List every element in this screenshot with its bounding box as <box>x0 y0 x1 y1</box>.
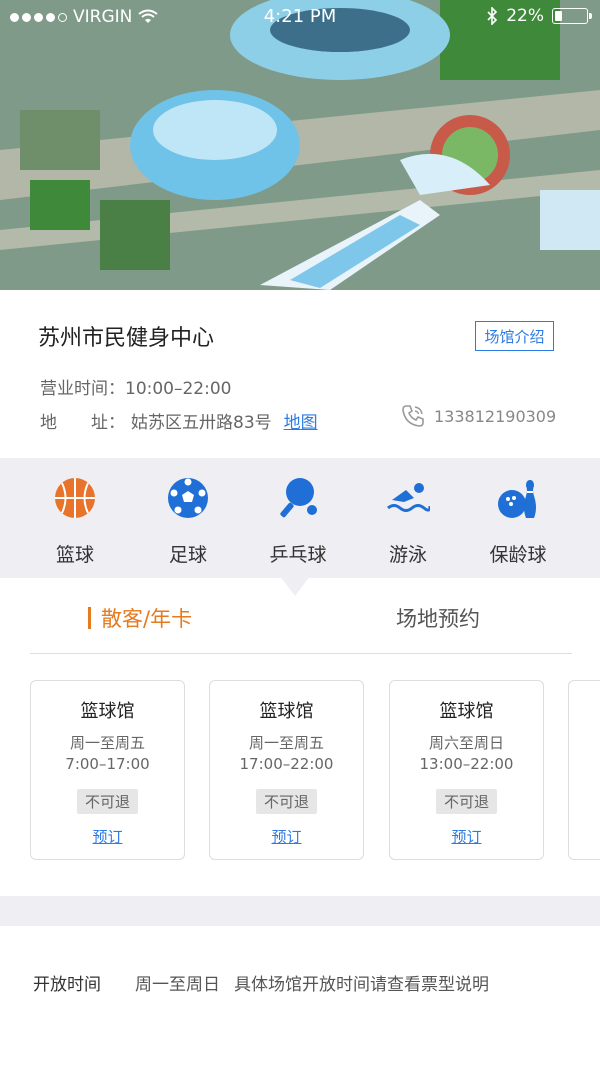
sport-item-swimming[interactable]: 游泳 <box>353 476 463 567</box>
venue-info: 苏州市民健身中心 场馆介绍 营业时间：10:00–22:00 地 址： 姑苏区五… <box>0 290 600 458</box>
sport-item-bowling[interactable]: 保龄球 <box>463 476 573 567</box>
ticket-title: 篮球馆 <box>80 701 135 722</box>
battery-level <box>555 11 562 21</box>
refund-badge: 不可退 <box>76 789 138 814</box>
ticket-title: 篮球馆 <box>259 701 314 722</box>
stadium-illustration <box>0 0 600 290</box>
selected-pointer <box>280 576 310 596</box>
open-time-note: 具体场馆开放时间请查看票型说明 <box>234 975 489 995</box>
bowling-icon <box>498 480 536 518</box>
address-row: 地 址： 姑苏区五卅路83号 地图 <box>40 408 318 433</box>
phone-icon <box>402 405 424 427</box>
ticket-title: 篮球馆 <box>439 701 494 722</box>
ticket-time: 7:00–17:00 <box>65 755 150 773</box>
sport-item-basketball[interactable]: 篮球 <box>20 476 130 567</box>
sport-item-soccer[interactable]: 足球 <box>133 476 243 567</box>
ticket-card[interactable]: 篮球馆 周一至周五 17:00–22:00 不可退 预订 <box>209 680 364 860</box>
hours-value: 10:00–22:00 <box>125 379 232 399</box>
venue-intro-button[interactable]: 场馆介绍 <box>475 321 554 351</box>
bluetooth-icon <box>487 7 498 25</box>
venue-title: 苏州市民健身中心 <box>38 326 215 351</box>
address-value: 姑苏区五卅路83号 <box>131 413 272 433</box>
ticket-card[interactable]: 篮球馆 周一至周五 7:00–17:00 不可退 预订 <box>30 680 185 860</box>
ping-pong-icon <box>280 478 317 518</box>
open-time-label: 开放时间 <box>33 975 101 995</box>
ticket-time: 13:00–22:00 <box>419 755 514 773</box>
tab-walk-in-annual-card[interactable]: 散客/年卡 <box>88 596 192 640</box>
business-hours: 营业时间：10:00–22:00 <box>40 374 231 399</box>
ticket-days: 周一至周五 <box>69 734 145 752</box>
sport-label: 足球 <box>168 544 207 566</box>
tab-court-reservation[interactable]: 场地预约 <box>396 596 480 640</box>
open-time-row: 开放时间 周一至周日 具体场馆开放时间请查看票型说明 <box>33 970 489 995</box>
basketball-icon <box>55 478 95 518</box>
book-link[interactable]: 预订 <box>210 826 363 847</box>
phone-number: 133812190309 <box>434 406 557 426</box>
hero-image <box>0 0 600 290</box>
phone-contact[interactable]: 133812190309 <box>400 403 556 429</box>
ticket-days: 周六至周日 <box>428 734 504 752</box>
swimming-icon <box>387 483 432 512</box>
address-label: 地 址： <box>40 413 125 433</box>
refund-badge: 不可退 <box>435 789 497 814</box>
map-link[interactable]: 地图 <box>284 408 318 433</box>
ticket-card[interactable]: 篮球馆 周六至周日 13:00–22:00 不可退 预订 <box>389 680 544 860</box>
ticket-card-partial[interactable] <box>568 680 600 860</box>
status-bar: VIRGIN 4:21 PM 22% <box>0 0 600 34</box>
ticket-tabs: 散客/年卡 场地预约 <box>30 596 572 654</box>
sport-categories: 篮球 足球 乒乓球 游泳 保龄球 <box>0 458 600 578</box>
soccer-ball-icon <box>168 478 208 518</box>
sport-label: 篮球 <box>55 544 94 566</box>
sport-label: 保龄球 <box>489 544 547 566</box>
battery-icon <box>552 8 592 24</box>
ticket-time: 17:00–22:00 <box>239 755 334 773</box>
hours-label: 营业时间： <box>40 379 125 399</box>
open-time-days: 周一至周日 <box>135 975 220 995</box>
refund-badge: 不可退 <box>255 789 317 814</box>
book-link[interactable]: 预订 <box>31 826 184 847</box>
sport-label: 乒乓球 <box>269 544 327 566</box>
battery-percent: 22% <box>506 6 544 26</box>
ticket-days: 周一至周五 <box>248 734 324 752</box>
sport-item-ping-pong[interactable]: 乒乓球 <box>243 476 353 567</box>
section-divider <box>0 896 600 926</box>
sport-label: 游泳 <box>388 544 427 566</box>
book-link[interactable]: 预订 <box>390 826 543 847</box>
ticket-list: 篮球馆 周一至周五 7:00–17:00 不可退 预订 篮球馆 周一至周五 17… <box>30 680 600 860</box>
